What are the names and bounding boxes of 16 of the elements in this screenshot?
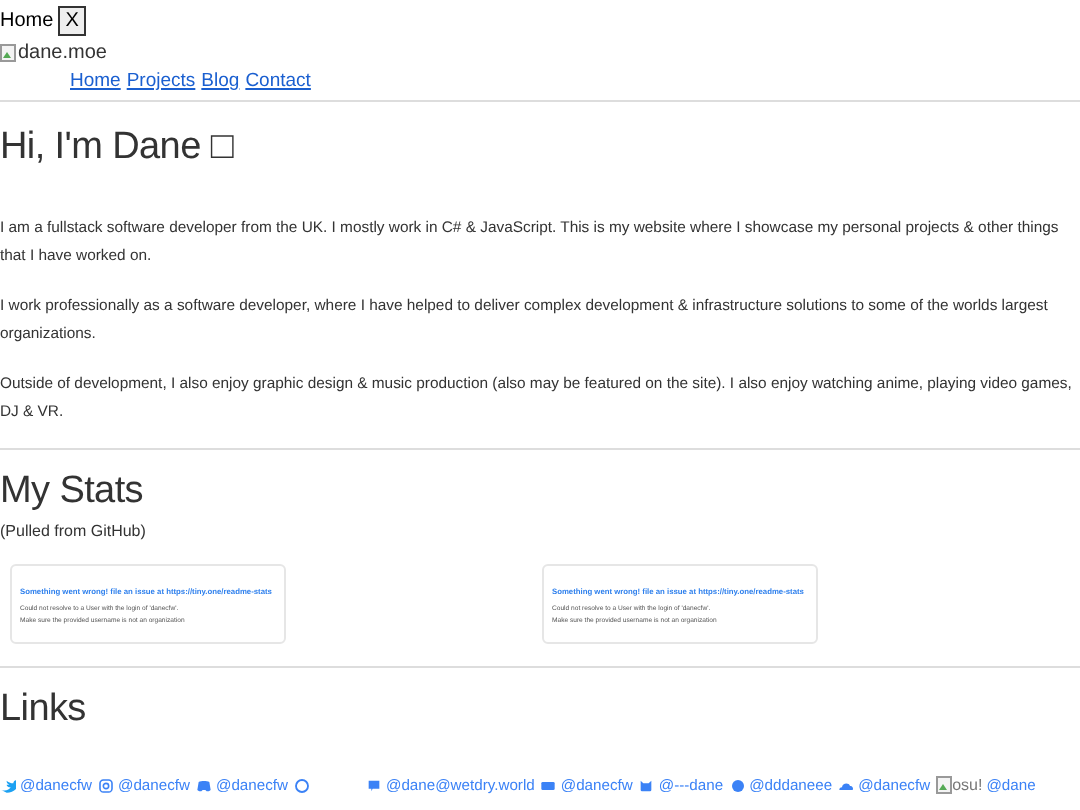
- stats-heading: My Stats: [0, 470, 146, 514]
- instagram-icon[interactable]: [98, 777, 114, 793]
- intro-heading: Hi, I'm Dane □: [0, 126, 236, 170]
- close-button[interactable]: X: [57, 5, 87, 35]
- home-label: Home: [0, 9, 54, 31]
- nav-link[interactable]: Home: [70, 70, 121, 100]
- nav-link[interactable]: Projects: [126, 70, 196, 100]
- links-heading: Links: [0, 688, 88, 732]
- logo-alt-text: dane.moe: [18, 42, 107, 64]
- stats-note: (Pulled from GitHub): [0, 522, 148, 540]
- twitter-icon[interactable]: [0, 777, 16, 793]
- broken-image-icon: [936, 776, 953, 794]
- nav-link[interactable]: Blog: [201, 70, 240, 100]
- nav-link[interactable]: Contact: [245, 70, 311, 100]
- osu-alt-text: osu!: [952, 776, 983, 794]
- github-icon[interactable]: [294, 777, 310, 793]
